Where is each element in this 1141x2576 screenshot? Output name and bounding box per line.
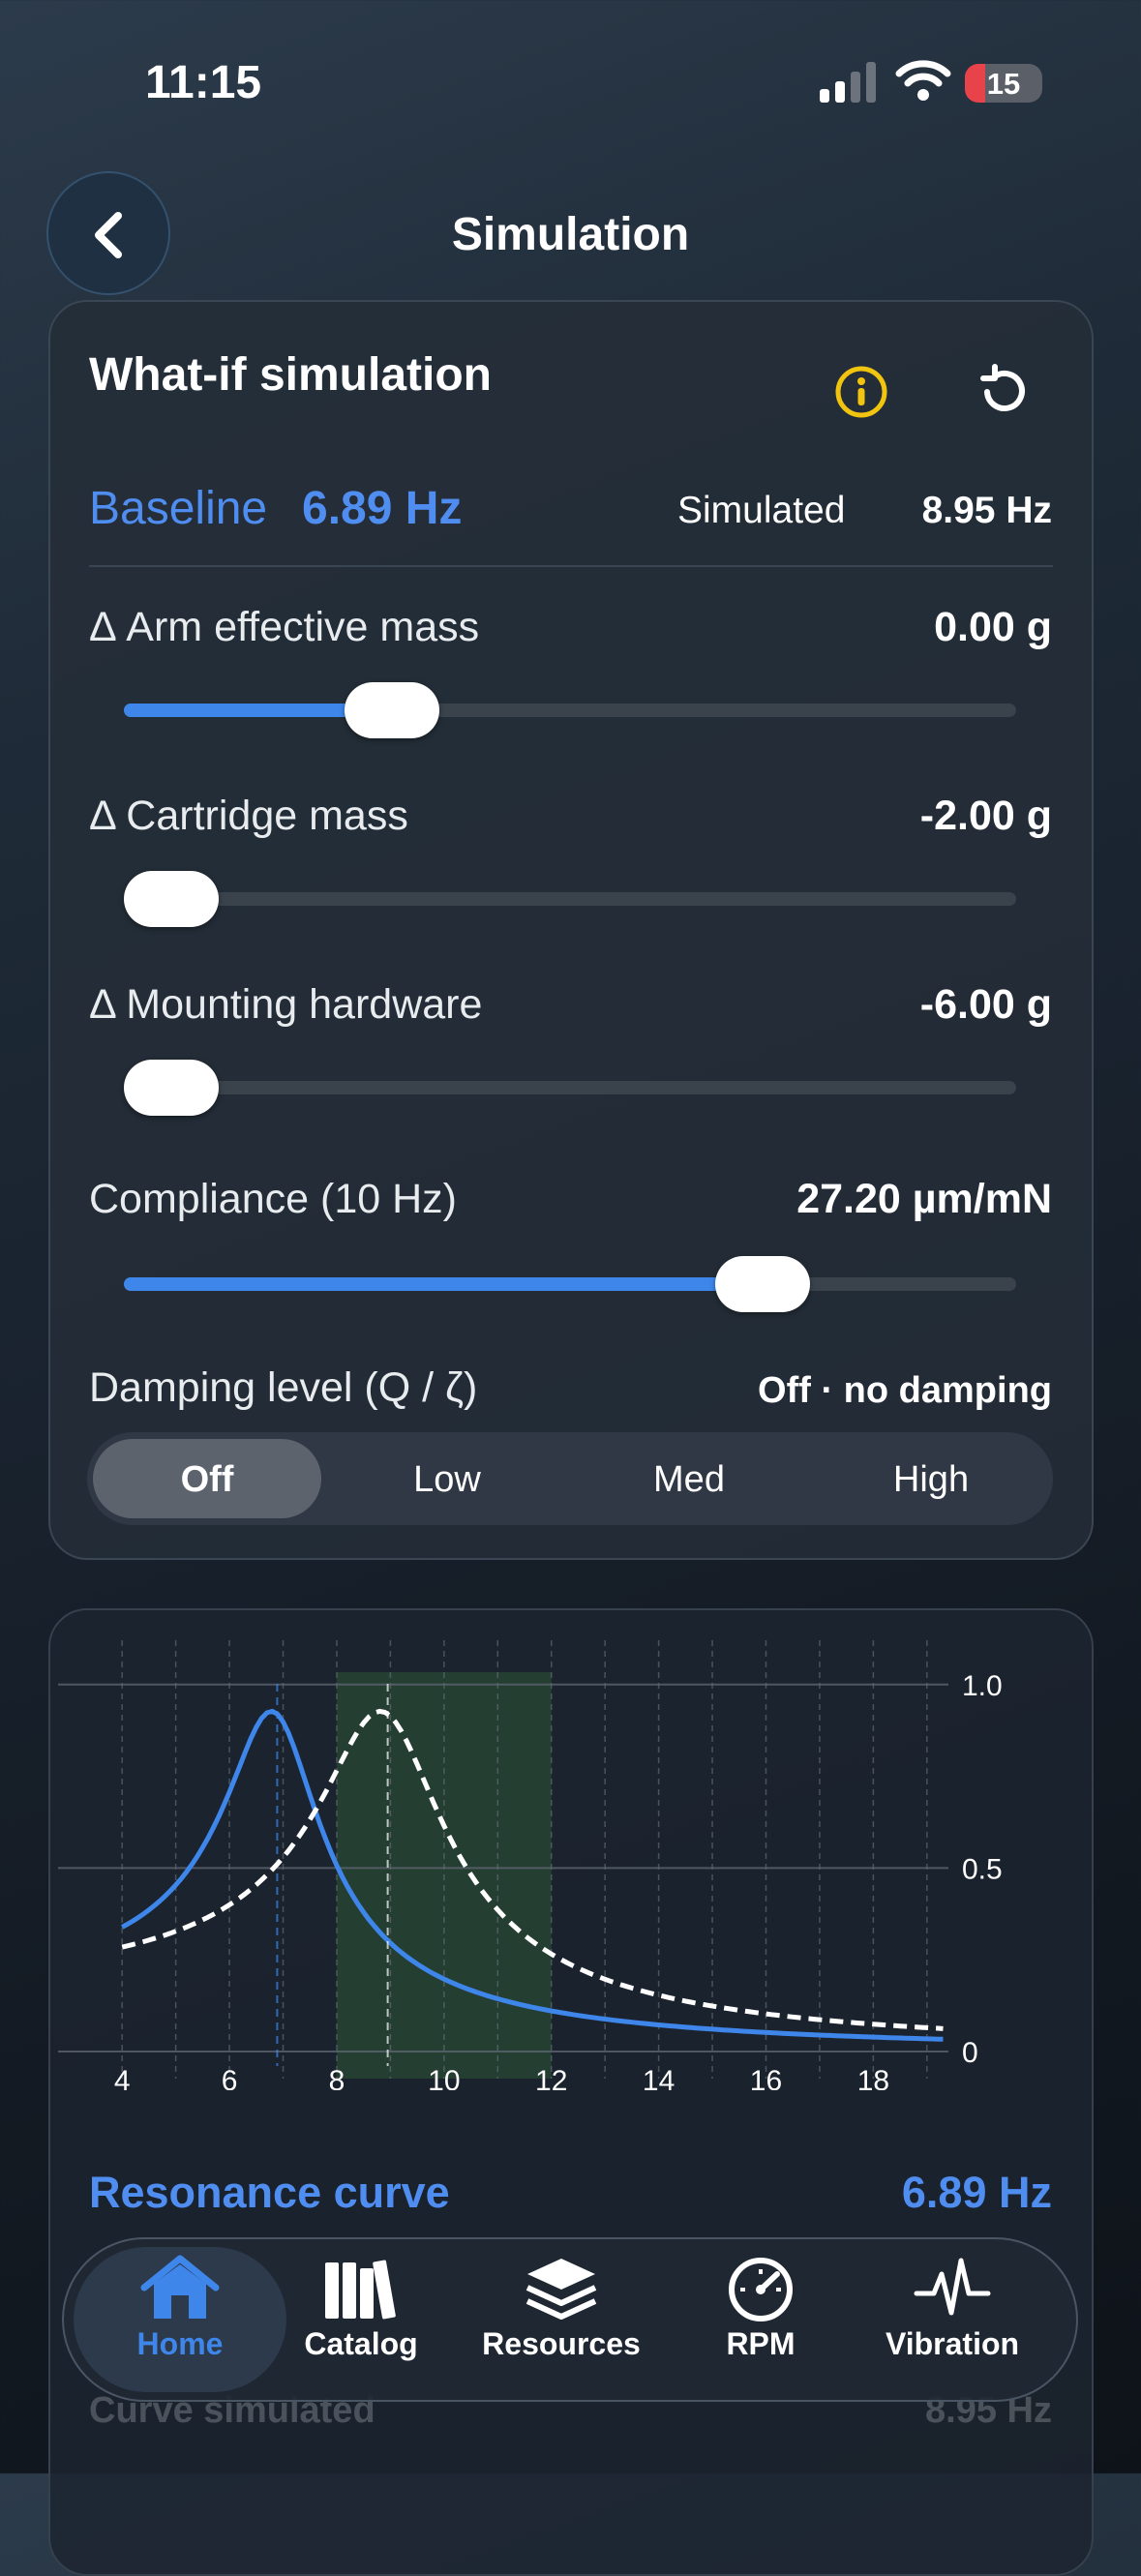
books-icon [325,2260,396,2320]
compliance-value: 27.20 µm/mN [796,1176,1052,1222]
arm-mass-value: 0.00 g [934,604,1052,650]
x-tick-label: 16 [750,2065,782,2090]
x-tick-label: 18 [857,2065,889,2090]
tab-rpm[interactable]: RPM [664,2255,857,2362]
damping-option-med[interactable]: Med [592,1459,786,1501]
baseline-label: Baseline [89,483,268,534]
compliance-label: Compliance (10 Hz) [89,1176,457,1222]
simulated-value: 8.95 Hz [921,490,1052,531]
tab-vibration[interactable]: Vibration [856,2255,1049,2362]
y-tick-label: 1.0 [962,1670,1003,1702]
tab-catalog[interactable]: Catalog [264,2255,458,2362]
resonance-title: Resonance curve [89,2168,450,2217]
arm-mass-label: Δ Arm effective mass [89,604,480,650]
x-tick-label: 4 [114,2065,131,2090]
info-icon[interactable] [834,365,888,419]
page-title: Simulation [451,209,690,260]
cartridge-mass-track[interactable] [124,892,1016,906]
mounting-hardware-value: -6.00 g [919,981,1052,1028]
cartridge-mass-value: -2.00 g [919,793,1052,839]
resonance-value: 6.89 Hz [901,2168,1052,2217]
damping-label: Damping level (Q / ζ) [89,1364,478,1411]
battery-icon: 15 [965,64,1042,103]
simulated-label: Simulated [677,490,846,531]
tab-catalog-label: Catalog [304,2326,418,2361]
damping-option-off[interactable]: Off [110,1459,304,1501]
divider [89,565,1053,567]
status-time: 11:15 [145,57,262,108]
mounting-hardware-track[interactable] [124,1081,1016,1094]
mounting-hardware-label: Δ Mounting hardware [89,981,483,1028]
card-title: What-if simulation [89,349,492,401]
y-tick-label: 0 [962,2037,978,2069]
tab-rpm-label: RPM [726,2326,796,2361]
arm-mass-slider-thumb[interactable] [345,682,439,738]
wifi-icon [895,60,951,101]
gauge-icon [729,2258,793,2321]
resonance-chart: 1.0 0.5 0 4 6 8 10 12 14 16 18 [58,1640,1003,2090]
compliance-slider-thumb[interactable] [715,1256,810,1312]
signal-icon [820,62,876,103]
damping-value: Off · no damping [758,1370,1052,1411]
mounting-hardware-slider-thumb[interactable] [124,1060,219,1116]
y-tick-label: 0.5 [962,1853,1003,1885]
x-tick-label: 10 [428,2065,460,2090]
tab-home[interactable]: Home [83,2255,277,2362]
waveform-icon [914,2258,991,2316]
cartridge-mass-label: Δ Cartridge mass [89,793,408,839]
layers-icon [525,2259,597,2320]
compliance-fill [124,1277,763,1291]
damping-option-high[interactable]: High [834,1459,1028,1501]
x-tick-label: 6 [222,2065,238,2090]
x-tick-label: 14 [643,2065,675,2090]
x-tick-label: 12 [535,2065,567,2090]
cartridge-mass-slider-thumb[interactable] [124,871,219,927]
tab-home-label: Home [136,2326,224,2361]
baseline-value: 6.89 Hz [302,483,463,534]
damping-option-low[interactable]: Low [350,1459,544,1501]
battery-level: 15 [986,67,1021,101]
tab-resources[interactable]: Resources [465,2255,658,2362]
x-tick-label: 8 [329,2065,345,2090]
reset-icon[interactable] [974,363,1032,421]
home-icon [140,2255,220,2319]
tab-vibration-label: Vibration [885,2326,1020,2361]
tab-resources-label: Resources [482,2326,641,2361]
